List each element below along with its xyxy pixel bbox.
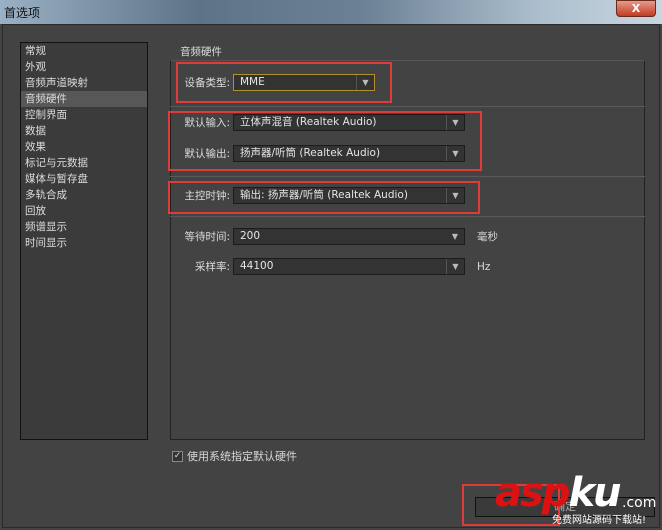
sidebar-item[interactable]: 标记与元数据 <box>21 155 147 171</box>
category-list[interactable]: 常规 外观 音频声道映射 音频硬件 控制界面 数据 效果 标记与元数据 媒体与暂存盘 多轨合成 回放… <box>20 42 148 440</box>
sample-rate-unit: Hz <box>477 260 491 273</box>
divider <box>170 216 645 217</box>
use-system-default-label: 使用系统指定默认硬件 <box>187 450 297 463</box>
sidebar-item[interactable]: 外观 <box>21 59 147 75</box>
sample-rate-value: 44100 <box>240 260 274 272</box>
sidebar-item[interactable]: 效果 <box>21 139 147 155</box>
dropdown-arrow-icon: ▼ <box>451 232 459 241</box>
checkmark-icon: ✓ <box>172 450 183 462</box>
sample-rate-select[interactable]: 44100 ▼ <box>233 258 465 275</box>
sidebar-item[interactable]: 媒体与暂存盘 <box>21 171 147 187</box>
divider <box>170 106 645 107</box>
sample-rate-label: 采样率: <box>194 261 230 273</box>
sidebar-item[interactable]: 频谱显示 <box>21 219 147 235</box>
sidebar-item[interactable]: 时间显示 <box>21 235 147 251</box>
window-title: 首选项 <box>4 6 41 20</box>
sidebar-item[interactable]: 数据 <box>21 123 147 139</box>
highlight-box <box>168 111 482 171</box>
panel-title: 音频硬件 <box>180 46 222 58</box>
sample-rate-row: 采样率: 44100 ▼ Hz <box>175 258 490 275</box>
highlight-box <box>168 181 480 214</box>
watermark-logo: aspku <box>495 470 622 516</box>
latency-select[interactable]: 200 ▼ <box>233 228 465 245</box>
divider <box>170 176 645 177</box>
watermark-slogan: 免费网站源码下载站! <box>552 515 647 526</box>
sidebar-item[interactable]: 控制界面 <box>21 107 147 123</box>
latency-value: 200 <box>240 230 261 242</box>
sidebar-item[interactable]: 多轨合成 <box>21 187 147 203</box>
dropdown-arrow-icon: ▼ <box>446 259 464 274</box>
close-button[interactable]: X <box>616 0 656 17</box>
latency-label: 等待时间: <box>184 231 230 243</box>
use-system-default-checkbox[interactable]: ✓ 使用系统指定默认硬件 <box>172 448 297 464</box>
sidebar-item[interactable]: 回放 <box>21 203 147 219</box>
title-bar: 首选项 X <box>0 0 662 24</box>
watermark-domain: .com <box>622 495 657 511</box>
latency-unit: 毫秒 <box>477 231 498 243</box>
latency-row: 等待时间: 200 ▼ 毫秒 <box>175 228 498 245</box>
sidebar-item[interactable]: 常规 <box>21 43 147 59</box>
sidebar-item[interactable]: 音频硬件 <box>21 91 147 107</box>
sidebar-item[interactable]: 音频声道映射 <box>21 75 147 91</box>
highlight-box <box>176 62 392 103</box>
